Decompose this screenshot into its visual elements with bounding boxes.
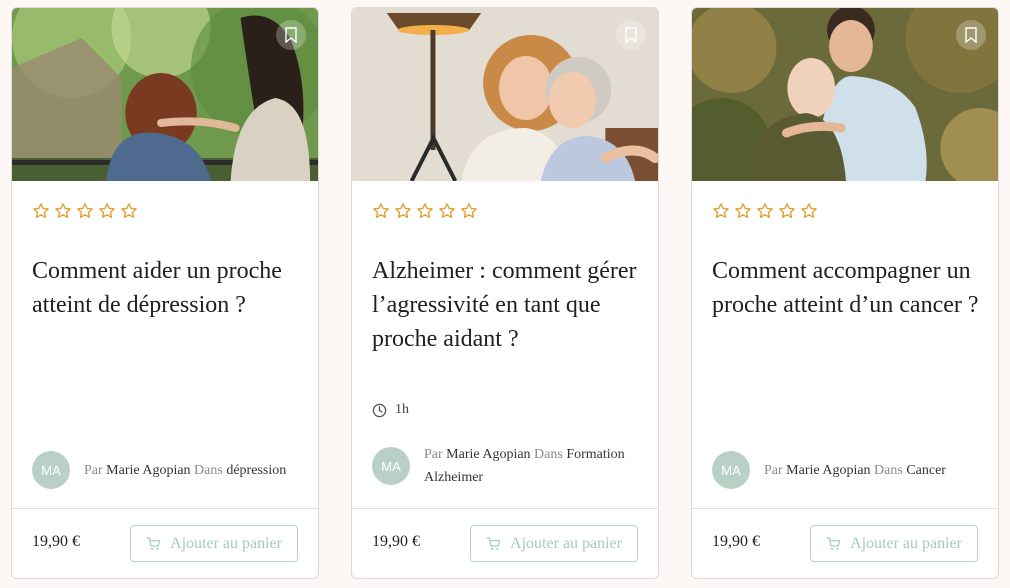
price: 19,90 € [32,533,80,550]
cart-icon [826,536,841,550]
add-to-cart-label: Ajouter au panier [850,534,962,552]
clock-icon [372,403,387,417]
star-outline-icon [54,202,72,220]
author-info: MA Par Marie Agopian Dans Formation Alzh… [372,443,652,489]
by-label: Par [84,462,103,478]
divider [12,508,318,509]
avatar[interactable]: MA [712,451,750,489]
bookmark-button[interactable] [616,20,646,50]
star-outline-icon [394,202,412,220]
author-name[interactable]: Marie Agopian [106,463,190,478]
author-meta: Par Marie Agopian Dans Cancer [764,459,946,482]
in-label: Dans [534,447,563,462]
star-outline-icon [800,202,818,220]
in-label: Dans [874,462,903,478]
price: 19,90 € [712,533,760,550]
author-meta: Par Marie Agopian Dans dépression [84,459,286,482]
category-link[interactable]: dépression [226,463,286,478]
course-card[interactable]: Comment accompagner un proche atteint d’… [691,7,999,579]
by-label: Par [764,462,783,478]
bookmark-icon [625,27,637,43]
course-title[interactable]: Comment aider un proche atteint de dépre… [32,254,302,322]
course-title[interactable]: Alzheimer : comment gérer l’agressivité … [372,254,642,356]
bookmark-icon [285,27,297,43]
bookmark-button[interactable] [276,20,306,50]
star-outline-icon [778,202,796,220]
divider [352,508,658,509]
add-to-cart-button[interactable]: Ajouter au panier [130,525,298,562]
by-label: Par [424,447,443,462]
star-outline-icon [76,202,94,220]
rating-stars [372,202,478,220]
cart-icon [486,536,501,550]
course-duration: 1h [372,402,409,418]
cart-icon [146,536,161,550]
author-meta: Par Marie Agopian Dans Formation Alzheim… [424,443,652,489]
star-outline-icon [372,202,390,220]
star-outline-icon [120,202,138,220]
bookmark-button[interactable] [956,20,986,50]
course-card[interactable]: Comment aider un proche atteint de dépre… [11,7,319,579]
author-info: MA Par Marie Agopian Dans Cancer [712,451,992,489]
divider [692,508,998,509]
rating-stars [712,202,818,220]
in-label: Dans [194,462,223,478]
add-to-cart-label: Ajouter au panier [170,534,282,552]
duration-value: 1h [395,402,409,417]
category-link[interactable]: Cancer [906,463,946,478]
rating-stars [32,202,138,220]
star-outline-icon [756,202,774,220]
star-outline-icon [416,202,434,220]
course-image-depression[interactable] [12,8,318,181]
star-outline-icon [712,202,730,220]
add-to-cart-button[interactable]: Ajouter au panier [810,525,978,562]
avatar[interactable]: MA [372,447,410,485]
add-to-cart-button[interactable]: Ajouter au panier [470,525,638,562]
add-to-cart-label: Ajouter au panier [510,534,622,552]
course-image-cancer[interactable] [692,8,998,181]
star-outline-icon [438,202,456,220]
course-image-alzheimer[interactable] [352,8,658,181]
course-title[interactable]: Comment accompagner un proche atteint d’… [712,254,982,322]
author-name[interactable]: Marie Agopian [786,463,870,478]
star-outline-icon [734,202,752,220]
star-outline-icon [98,202,116,220]
avatar[interactable]: MA [32,451,70,489]
author-name[interactable]: Marie Agopian [446,447,530,462]
star-outline-icon [460,202,478,220]
author-info: MA Par Marie Agopian Dans dépression [32,451,312,489]
star-outline-icon [32,202,50,220]
bookmark-icon [965,27,977,43]
price: 19,90 € [372,533,420,550]
course-card[interactable]: Alzheimer : comment gérer l’agressivité … [351,7,659,579]
